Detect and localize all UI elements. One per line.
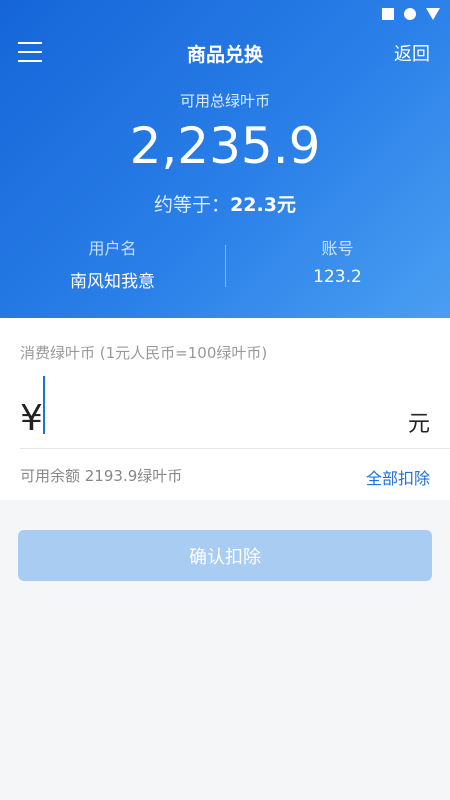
approx-value-row: 约等于：22.3元 [0,190,450,217]
divider [20,448,450,449]
page-title: 商品兑换 [186,44,263,66]
available-balance: 可用余额 2193.9绿叶币 [20,467,183,485]
back-button[interactable]: 返回 [394,40,430,66]
balance-value: 2,235.9 [129,117,321,175]
username-value: 南风知我意 [70,272,155,292]
triangle-icon [426,8,440,20]
text-caret [43,376,45,434]
exchange-card: 消费绿叶币 (1元人民币=100绿叶币) ¥ 元 可用余额 2193.9绿叶币 … [0,318,450,500]
amount-input[interactable] [50,380,390,432]
username-block: 用户名 南风知我意 [0,235,225,292]
unit-label: 元 [407,412,430,437]
balance-label: 可用总绿叶币 [179,92,270,110]
approx-label: 约等于： [154,194,231,216]
info-divider [225,245,226,287]
balance-header: 商品兑换 返回 可用总绿叶币 2,235.9 约等于：22.3元 用户名 南风知… [0,0,450,318]
confirm-deduct-button[interactable]: 确认扣除 [18,530,432,581]
account-block: 账号 123.2 [225,235,450,287]
username-label: 用户名 [88,239,137,258]
deduct-all-link[interactable]: 全部扣除 [366,465,430,489]
status-bar [382,8,440,20]
approx-value: 22.3元 [230,194,296,216]
account-label: 账号 [321,239,354,258]
exchange-screen: 商品兑换 返回 可用总绿叶币 2,235.9 约等于：22.3元 用户名 南风知… [0,0,450,800]
exchange-rate-label: 消费绿叶币 (1元人民币=100绿叶币) [20,344,268,362]
currency-symbol: ¥ [20,398,43,439]
square-icon [382,8,394,20]
account-value: 123.2 [313,267,362,287]
account-info: 用户名 南风知我意 账号 123.2 [0,235,450,292]
circle-icon [404,8,416,20]
